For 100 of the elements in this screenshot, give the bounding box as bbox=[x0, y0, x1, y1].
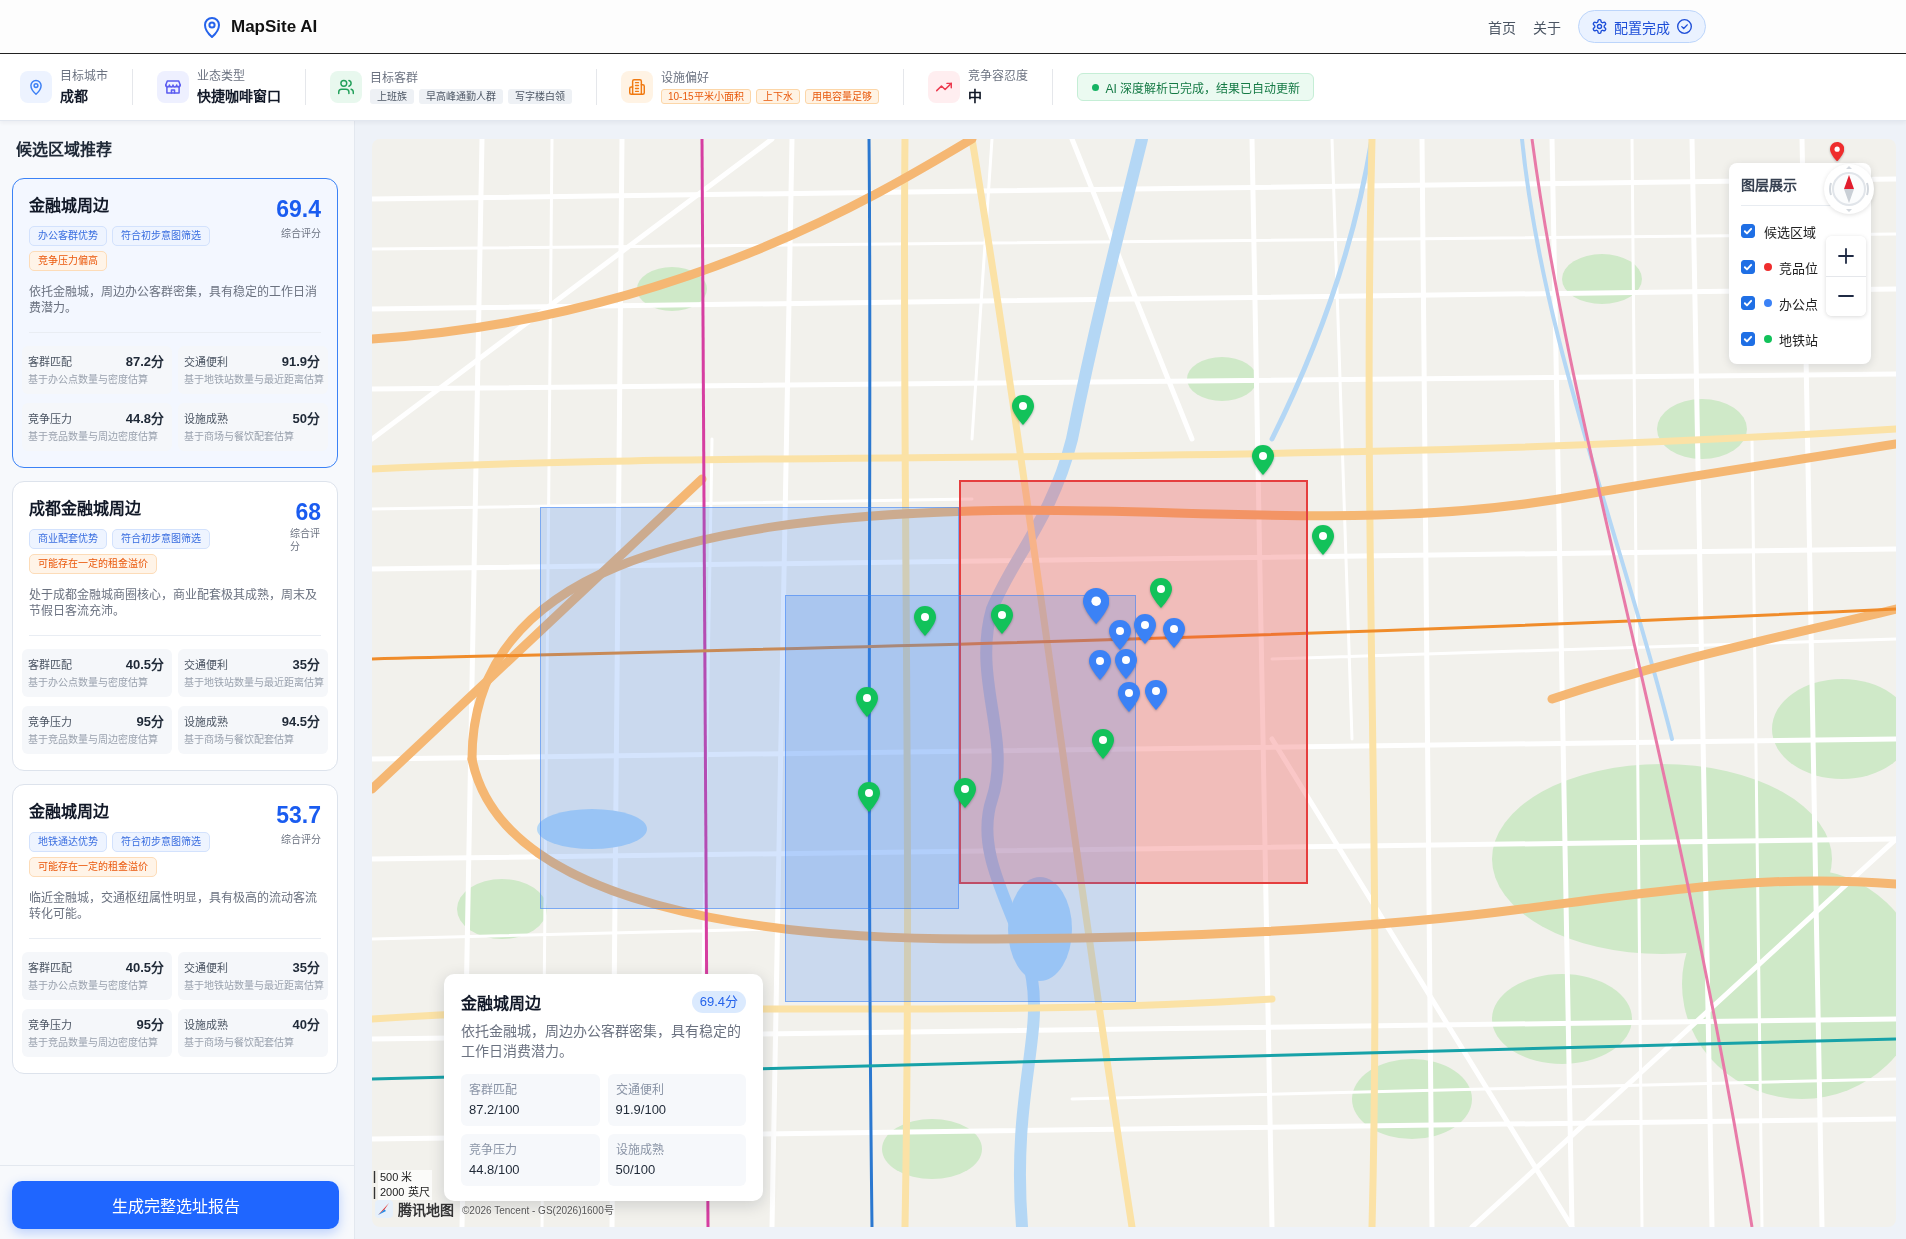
card-description: 临近金融城，交通枢纽属性明显，具有极高的流动客流转化可能。 bbox=[29, 891, 318, 922]
region-card[interactable]: 金融城周边 办公客群优势 符合初步意图筛选 竞争压力偏高 69.4 综合评分 依托金融城，周边办公客群密集，具有稳定的工作日消费潜力。 客群匹配 87.2分 基于办公点数量与密度估算 交通便利 91.9分 基于地铁站数量与最近距离估算 竞争压力 44.8分 基于竞品数量与周边密度估算 设施成熟 50分 基于商场与餐饮配套估算 bbox=[12, 178, 338, 468]
checkbox[interactable] bbox=[1741, 260, 1755, 274]
highlight-tag: 办公客群优势 bbox=[29, 226, 107, 246]
layer-label: 竞品位 bbox=[1779, 259, 1818, 277]
check-circle-icon bbox=[1677, 19, 1692, 34]
map-pin-icon[interactable] bbox=[1150, 578, 1172, 608]
highlight-tag: 地铁通达优势 bbox=[29, 832, 107, 852]
map-pin-icon[interactable] bbox=[856, 687, 878, 717]
score-badge: 69.4分 bbox=[691, 991, 746, 1013]
zoom-in-button[interactable] bbox=[1826, 236, 1866, 276]
settings-icon bbox=[1592, 19, 1607, 34]
region-card[interactable]: 金融城周边 地铁通达优势 符合初步意图筛选 可能存在一定的租金溢价 53.7 综合评分 临近金融城，交通枢纽属性明显，具有极高的流动客流转化可能。 客群匹配 40.5分 基于办公点数量与密度估算 交通便利 35分 基于地铁站数量与最近距离估算 竞争压力 95分 基于竞品数量与周边密度估算 设施成熟 40分 基于商场与餐饮配套估算 bbox=[12, 784, 338, 1074]
map-pin-icon[interactable] bbox=[1829, 141, 1845, 162]
score-label: 综合评分 bbox=[290, 527, 321, 553]
popup-title: 金融城周边 bbox=[461, 994, 541, 1014]
warning-tag: 可能存在一定的租金溢价 bbox=[29, 857, 157, 877]
score-label: 综合评分 bbox=[281, 833, 321, 846]
metric-value: 91.9分 bbox=[281, 354, 320, 369]
app-logo: MapSite AI bbox=[231, 16, 318, 37]
map-pin-icon[interactable] bbox=[1012, 395, 1034, 425]
highlight-tag: 符合初步意图筛选 bbox=[112, 529, 210, 549]
metric-note: 基于竞品数量与周边密度估算 bbox=[28, 1036, 159, 1049]
metric-note: 基于办公点数量与密度估算 bbox=[28, 979, 149, 992]
metric-label: 竞争压力 bbox=[469, 1142, 518, 1158]
map-pin-icon[interactable] bbox=[1118, 682, 1140, 712]
filter-label: 业态类型 bbox=[197, 69, 246, 84]
filter-label: 设施偏好 bbox=[661, 70, 710, 86]
metric-label: 设施成熟 bbox=[184, 715, 228, 730]
metric-label: 客群匹配 bbox=[469, 1082, 518, 1098]
map-pin-icon[interactable] bbox=[1252, 445, 1274, 475]
map-pin-icon[interactable] bbox=[1163, 618, 1185, 648]
map-pin-icon[interactable] bbox=[1092, 729, 1114, 759]
metric-value: 44.8/100 bbox=[469, 1161, 521, 1179]
map-pin-icon[interactable] bbox=[1082, 587, 1110, 624]
candidate-area[interactable] bbox=[959, 480, 1308, 884]
filter-tag: 上下水 bbox=[755, 88, 800, 104]
card-title: 金融城周边 bbox=[29, 196, 110, 216]
metric-value: 35分 bbox=[292, 960, 320, 975]
warning-tag: 竞争压力偏高 bbox=[29, 251, 107, 271]
map-pin-icon[interactable] bbox=[991, 604, 1013, 634]
metric-label: 竞争压力 bbox=[28, 412, 72, 427]
scale-label: 500 米 bbox=[378, 1170, 432, 1185]
region-card[interactable]: 成都金融城周边 商业配套优势 符合初步意图筛选 可能存在一定的租金溢价 68 综合评分 处于成都金融城商圈核心，商业配套极其成熟，周末及节假日客流充沛。 客群匹配 40.5分 基于办公点数量与密度估算 交通便利 35分 基于地铁站数量与最近距离估算 竞争压力 95分 基于竞品数量与周边密度估算 设施成熟 94.5分 基于商场与餐饮配套估算 bbox=[12, 481, 338, 771]
metric-label: 客群匹配 bbox=[28, 355, 72, 370]
map-pin-icon[interactable] bbox=[954, 778, 976, 808]
card-description: 依托金融城，周边办公客群密集，具有稳定的工作日消费潜力。 bbox=[29, 285, 318, 316]
metric-note: 基于地铁站数量与最近距离估算 bbox=[184, 676, 324, 689]
generate-report-button[interactable]: 生成完整选址报告 bbox=[12, 1181, 339, 1229]
building-icon bbox=[621, 71, 653, 103]
metric-label: 设施成熟 bbox=[615, 1142, 665, 1158]
map-logo-icon bbox=[375, 1200, 393, 1218]
checkbox[interactable] bbox=[1741, 296, 1755, 310]
filter-value: 中 bbox=[967, 87, 983, 105]
status-dot-icon bbox=[1091, 83, 1099, 91]
map-pin-icon[interactable] bbox=[1312, 525, 1334, 555]
metric-value: 50分 bbox=[292, 411, 320, 426]
location-pin-icon bbox=[204, 15, 220, 38]
map-logo-text: 腾讯地图 bbox=[398, 1201, 454, 1219]
checkbox[interactable] bbox=[1741, 332, 1755, 346]
metric-value: 40.5分 bbox=[125, 657, 164, 672]
map-pin-icon[interactable] bbox=[914, 606, 936, 636]
map-pin-icon[interactable] bbox=[1145, 680, 1167, 710]
map-pin-icon[interactable] bbox=[1134, 614, 1156, 644]
candidate-area[interactable] bbox=[785, 595, 1136, 1002]
scale-bar-icon bbox=[373, 1170, 376, 1200]
metric-label: 竞争压力 bbox=[28, 1018, 72, 1033]
metric-value: 44.8分 bbox=[125, 411, 164, 426]
filter-tag: 用电容量足够 bbox=[804, 88, 879, 104]
highlight-tag: 符合初步意图筛选 bbox=[112, 226, 210, 246]
map-pin-icon[interactable] bbox=[1109, 620, 1131, 650]
map-pin-icon[interactable] bbox=[1089, 650, 1111, 680]
filter-tag: 早高峰通勤人群 bbox=[419, 88, 503, 104]
filter-label: 竞争容忍度 bbox=[967, 69, 1028, 84]
config-button[interactable]: 配置完成 bbox=[1578, 10, 1706, 43]
plus-icon bbox=[1838, 247, 1854, 264]
metric-value: 40分 bbox=[292, 1017, 320, 1032]
layer-label: 地铁站 bbox=[1779, 331, 1818, 349]
nav-link[interactable]: 首页 bbox=[1488, 16, 1516, 37]
metric-note: 基于商场与餐饮配套估算 bbox=[184, 430, 295, 443]
filter-tag: 写字楼白领 bbox=[508, 88, 572, 104]
metric-label: 交通便利 bbox=[184, 658, 228, 673]
metric-note: 基于竞品数量与周边密度估算 bbox=[28, 430, 159, 443]
metric-note: 基于办公点数量与密度估算 bbox=[28, 373, 149, 386]
sidebar-title: 候选区域推荐 bbox=[16, 140, 113, 160]
score-value: 53.7 bbox=[276, 801, 321, 829]
checkbox[interactable] bbox=[1741, 224, 1755, 238]
warning-tag: 可能存在一定的租金溢价 bbox=[29, 554, 157, 574]
metric-label: 竞争压力 bbox=[28, 715, 72, 730]
score-label: 综合评分 bbox=[281, 227, 321, 240]
metric-label: 交通便利 bbox=[184, 961, 228, 976]
candidate-area[interactable] bbox=[540, 507, 959, 909]
users-icon bbox=[330, 71, 362, 103]
card-title: 成都金融城周边 bbox=[29, 499, 142, 519]
map-pin-icon[interactable] bbox=[1115, 649, 1137, 679]
card-title: 金融城周边 bbox=[29, 802, 110, 822]
nav-link[interactable]: 关于 bbox=[1533, 16, 1561, 37]
metric-value: 95分 bbox=[136, 1017, 164, 1032]
map-pin-icon[interactable] bbox=[858, 782, 880, 812]
highlight-tag: 商业配套优势 bbox=[29, 529, 107, 549]
